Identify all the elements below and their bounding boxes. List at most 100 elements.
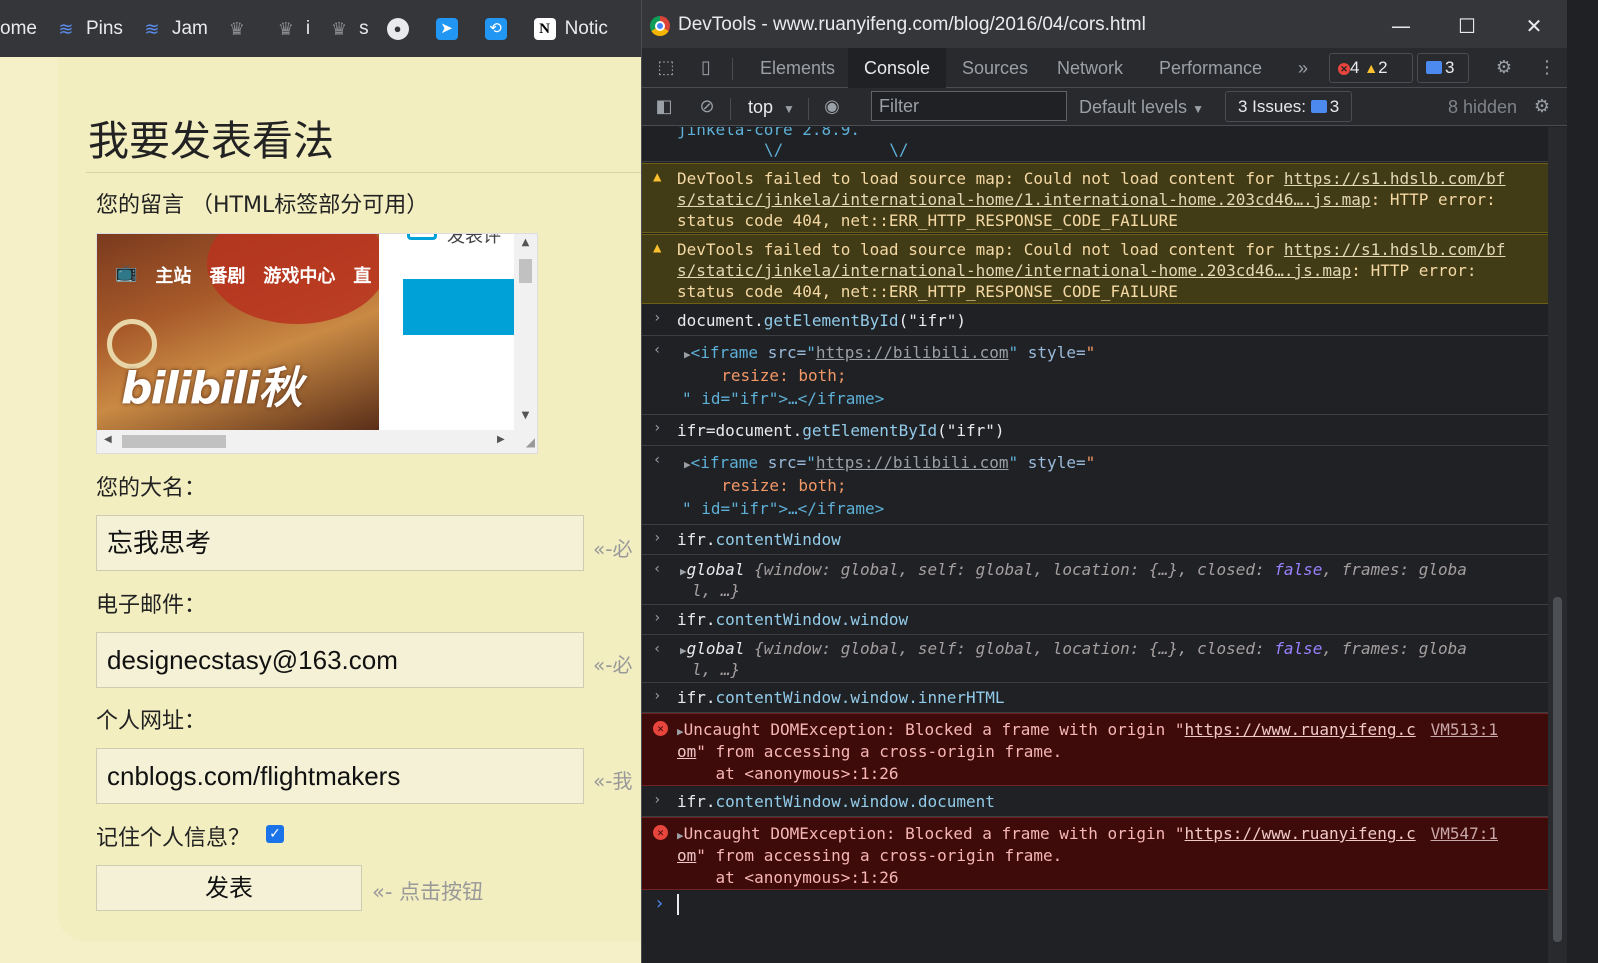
source-location-link[interactable]: VM547:1: [1431, 823, 1498, 844]
bilibili-nav-item[interactable]: 游戏中心: [263, 262, 335, 288]
origin-link[interactable]: https://www.ruanyifeng.c: [1185, 824, 1416, 843]
iframe-src-link[interactable]: https://bilibili.com: [816, 343, 1009, 362]
hat-icon: ♛: [331, 18, 348, 39]
tv-icon: 📺: [115, 262, 138, 283]
console-text[interactable]: ▶<iframe src="https://bilibili.com" styl…: [684, 342, 1095, 365]
clear-console-icon[interactable]: ⊘: [695, 95, 719, 119]
bilibili-nav-item[interactable]: 番剧: [209, 262, 245, 288]
tab-elements[interactable]: Elements: [744, 48, 851, 88]
console-text: ifr.contentWindow: [677, 530, 841, 549]
bookmark-pins[interactable]: ≋ Pins: [55, 18, 123, 40]
console-settings-gear-icon[interactable]: ⚙: [1530, 95, 1554, 119]
name-field[interactable]: 忘我思考: [96, 515, 584, 571]
resize-grip-icon[interactable]: ◢: [514, 430, 537, 453]
bookmark-label: i: [305, 17, 311, 39]
scroll-thumb[interactable]: [122, 435, 226, 448]
tab-console[interactable]: Console: [848, 48, 947, 88]
console-input: › document.getElementById("ifr"): [642, 305, 1548, 336]
bookmark-home[interactable]: ome: [0, 18, 37, 40]
origin-link[interactable]: https://www.ruanyifeng.c: [1185, 720, 1416, 739]
url-field[interactable]: cnblogs.com/flightmakers: [96, 748, 584, 804]
issues-button[interactable]: 3 Issues: 3: [1225, 91, 1353, 122]
context-value: top: [748, 97, 774, 117]
scroll-down-icon[interactable]: ▼: [514, 410, 537, 421]
scroll-thumb[interactable]: [1553, 597, 1562, 942]
console-text[interactable]: ▶Uncaught DOMException: Blocked a frame …: [677, 823, 1416, 846]
minimize-button[interactable]: —: [1378, 10, 1424, 42]
bookmark-jam[interactable]: ≋ Jam: [141, 18, 207, 40]
tab-performance[interactable]: Performance: [1143, 48, 1278, 88]
submit-button[interactable]: 发表: [96, 865, 362, 911]
console-text: resize: both;: [702, 366, 847, 385]
tab-network[interactable]: Network: [1041, 48, 1139, 88]
tab-sources[interactable]: Sources: [946, 48, 1044, 88]
scroll-up-icon[interactable]: ▲: [514, 237, 537, 248]
devtools-window: DevTools - www.ruanyifeng.com/blog/2016/…: [641, 0, 1567, 963]
bookmark-notion[interactable]: N Notic: [533, 17, 608, 40]
error-warning-counter[interactable]: ✕ 4 ▲2: [1329, 53, 1413, 83]
device-toolbar-icon[interactable]: ▯: [694, 56, 718, 80]
bilibili-nav-item[interactable]: 主站: [155, 262, 191, 288]
source-map-link[interactable]: https://s1.hdslb.com/bf: [1284, 240, 1506, 259]
email-field[interactable]: designecstasy@163.com: [96, 632, 584, 688]
console-text[interactable]: ▶Uncaught DOMException: Blocked a frame …: [677, 719, 1416, 742]
maximize-button[interactable]: ☐: [1444, 10, 1490, 42]
close-button[interactable]: ✕: [1511, 10, 1557, 42]
more-tabs-button[interactable]: »: [1282, 48, 1324, 88]
submit-hint: «- 点击按钮: [372, 880, 484, 904]
bookmark-hat-2[interactable]: ♛ i: [275, 18, 310, 40]
bookmark-github[interactable]: ●: [386, 17, 418, 40]
scroll-thumb[interactable]: [519, 259, 532, 283]
source-map-link[interactable]: https://s1.hdslb.com/bf: [1284, 169, 1506, 188]
embedded-iframe[interactable]: 📺 主站 番剧 游戏中心 直 bilibili秋 发表评 ▲ ▼ ◀ ▶ ◢: [96, 233, 538, 454]
bilibili-nav-item[interactable]: 直: [353, 262, 371, 288]
iframe-vertical-scrollbar[interactable]: ▲ ▼: [514, 234, 537, 430]
url-hint: «-我: [593, 769, 633, 793]
context-selector[interactable]: top ▼: [740, 94, 803, 120]
console-scrollbar[interactable]: [1548, 127, 1567, 963]
log-levels-dropdown[interactable]: Default levels ▼: [1079, 93, 1204, 123]
remember-checkbox[interactable]: ✓: [266, 825, 284, 843]
console-output[interactable]: jinkela-core 2.8.9. \/ \/ ▲ DevTools fai…: [642, 127, 1548, 963]
error-count: 4: [1350, 58, 1360, 77]
console-toolbar: ◧ ⊘ top ▼ ◉ Filter Default levels ▼ 3 Iss…: [642, 88, 1567, 126]
source-map-link[interactable]: s/static/jinkela/international-home/inte…: [677, 261, 1351, 280]
iframe-src-link[interactable]: https://bilibili.com: [816, 453, 1009, 472]
bookmark-hat-3[interactable]: ♛ s: [328, 18, 369, 40]
bookmark-sync[interactable]: ⟲: [484, 17, 516, 40]
scroll-left-icon[interactable]: ◀: [104, 434, 112, 445]
console-text: " id="ifr">…</iframe>: [682, 499, 885, 518]
error-icon: ✕: [1338, 63, 1350, 75]
name-hint: «-必: [593, 537, 633, 561]
more-options-icon[interactable]: ⋮: [1535, 56, 1559, 80]
input-chevron-icon: ›: [653, 792, 662, 808]
remember-label: 记住个人信息？: [96, 826, 251, 851]
console-prompt-input[interactable]: [677, 894, 679, 915]
notion-icon: N: [533, 17, 556, 40]
iframe-viewport[interactable]: 📺 主站 番剧 游戏中心 直 bilibili秋 发表评: [97, 234, 514, 430]
bookmark-label: Pins: [85, 17, 123, 39]
input-chevron-icon: ›: [653, 610, 662, 626]
console-text: DevTools failed to load source map: Coul…: [677, 240, 1506, 259]
issues-counter[interactable]: 3: [1417, 53, 1469, 83]
source-map-link[interactable]: s/static/jinkela/international-home/1.in…: [677, 190, 1371, 209]
console-text[interactable]: ▶global {window: global, self: global, l…: [680, 559, 1467, 582]
inspect-element-icon[interactable]: ⬚: [654, 56, 678, 80]
bookmark-hat-1[interactable]: ♛: [226, 18, 257, 40]
console-text[interactable]: ▶global {window: global, self: global, l…: [680, 638, 1467, 661]
console-text: ifr.contentWindow.window.document: [677, 792, 995, 811]
console-error: ✕ ▶Uncaught DOMException: Blocked a fram…: [642, 713, 1548, 786]
scroll-right-icon[interactable]: ▶: [497, 434, 505, 445]
live-expression-eye-icon[interactable]: ◉: [820, 95, 844, 119]
source-location-link[interactable]: VM513:1: [1431, 719, 1498, 740]
console-text: ifr=document.getElementById("ifr"): [677, 421, 1005, 440]
sidebar-toggle-icon[interactable]: ◧: [652, 95, 676, 119]
bookmark-send[interactable]: ➤: [435, 17, 467, 40]
console-text[interactable]: ▶<iframe src="https://bilibili.com" styl…: [684, 452, 1095, 475]
settings-gear-icon[interactable]: ⚙: [1492, 56, 1516, 80]
message-icon: [1426, 61, 1442, 74]
filter-input[interactable]: Filter: [871, 91, 1067, 121]
bilibili-blue-button[interactable]: [403, 279, 514, 335]
heading-divider: [86, 172, 642, 173]
iframe-horizontal-scrollbar[interactable]: ◀ ▶: [97, 430, 514, 453]
